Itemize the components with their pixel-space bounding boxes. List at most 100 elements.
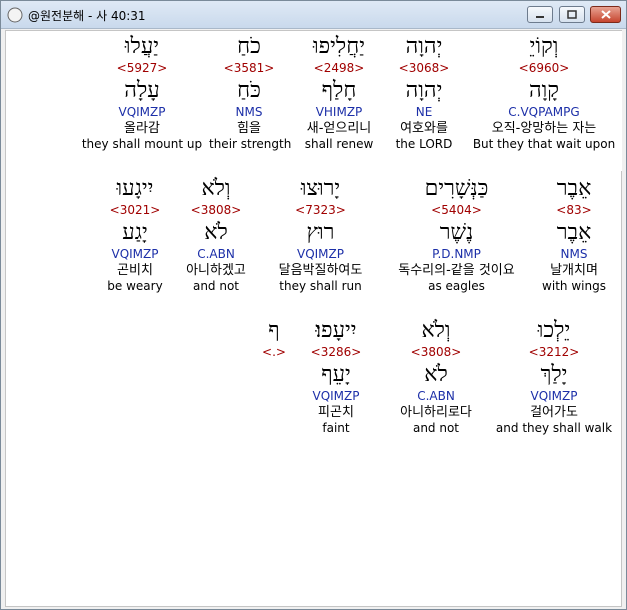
strong-number[interactable]: <5404>: [384, 203, 529, 217]
word-cell[interactable]: יִיעָפוּ׃ <3286> יָעֵף VQIMZP 피곤치 faint: [298, 318, 374, 436]
korean-gloss: 곤비치: [117, 263, 153, 278]
app-window: @원전분해 - 사 40:31 וְקוֹיֵ <6960> קָוָה C.V…: [0, 0, 627, 610]
parsing-code: VQIMZP: [296, 247, 344, 261]
korean-gloss: 달음박질하여도: [278, 263, 363, 278]
word-cell[interactable]: כַּנְּשָׁרִים <5404> נֶשֶׁר P.D.NMP 독수리의…: [384, 176, 529, 294]
word-cell[interactable]: כֹחַ <3581> כֹּחַ NMS 힘을 their strength: [209, 34, 292, 152]
english-gloss: their strength: [209, 137, 292, 151]
parsing-code: C.VQPAMPG: [508, 105, 580, 119]
parsing-code: P.D.NMP: [432, 247, 481, 261]
hebrew-word: יָרוּצוּ: [300, 176, 341, 201]
strong-number[interactable]: <5927>: [80, 61, 204, 75]
english-gloss: they shall run: [279, 279, 362, 293]
english-gloss: be weary: [107, 279, 163, 293]
hebrew-word: וְלֹא: [421, 318, 451, 343]
hebrew-lemma: חָלַף: [321, 78, 357, 103]
hebrew-word: כַּנְּשָׁרִים: [424, 176, 489, 201]
hebrew-lemma: אֵבֶר: [556, 220, 592, 245]
word-cell[interactable]: וְלֹא <3808> לֹא C.ABN 아니하겠고 and not: [176, 176, 256, 294]
strong-number[interactable]: <3808>: [386, 345, 486, 359]
strong-number[interactable]: <3808>: [176, 203, 256, 217]
window-title: @원전분해 - 사 40:31: [28, 9, 146, 23]
korean-gloss: 여호와를: [400, 121, 448, 136]
parsing-code: C.ABN: [197, 247, 235, 261]
korean-gloss: 새-얻으리니: [306, 121, 372, 136]
korean-gloss: 오직-앙망하는 자는: [491, 121, 597, 136]
hebrew-word: כֹחַ: [237, 34, 261, 59]
english-gloss: with wings: [542, 279, 606, 293]
hebrew-word: יַחֲלִיפוּ: [312, 34, 365, 59]
hebrew-lemma: כֹּחַ: [237, 78, 261, 103]
minimize-icon: [536, 15, 544, 18]
english-gloss: and not: [192, 279, 240, 293]
korean-gloss: 아니하리로다: [400, 405, 472, 420]
word-cell[interactable]: וְלֹא <3808> לֹא C.ABN 아니하리로다 and not: [386, 318, 486, 436]
title-bar[interactable]: @원전분해 - 사 40:31: [1, 1, 626, 29]
parsing-code: VQIMZP: [118, 105, 166, 119]
korean-gloss: 아니하겠고: [186, 263, 246, 278]
hebrew-lemma: יָגַע: [122, 220, 148, 245]
hebrew-word: יִיעָפוּ׃: [315, 318, 357, 343]
word-cell[interactable]: יַעֲלוּ <5927> עָלָה VQIMZP 올라감 they sha…: [80, 34, 204, 152]
hebrew-word: וְלֹא: [201, 176, 231, 201]
parsing-code: VQIMZP: [312, 389, 360, 403]
english-gloss: as eagles: [428, 279, 485, 293]
english-gloss: shall renew: [304, 137, 374, 151]
strong-number[interactable]: <3286>: [298, 345, 374, 359]
verse-panel[interactable]: וְקוֹיֵ <6960> קָוָה C.VQPAMPG 오직-앙망하는 자…: [5, 30, 622, 607]
hebrew-lemma: יָעֵף: [321, 362, 351, 387]
word-cell[interactable]: יְהוָה <3068> יְהוָה NE 여호와를 the LORD: [384, 34, 464, 152]
hebrew-lemma: יְהוָה: [405, 78, 443, 103]
strong-number[interactable]: <7323>: [262, 203, 379, 217]
close-button[interactable]: [590, 6, 621, 23]
english-gloss: they shall mount up: [81, 137, 203, 151]
parsing-code: VHIMZP: [315, 105, 363, 119]
hebrew-lemma: קָוָה: [528, 78, 560, 103]
parsing-code: VQIMZP: [111, 247, 159, 261]
hebrew-lemma: עָלָה: [124, 78, 160, 103]
strong-number[interactable]: <3212>: [490, 345, 618, 359]
hebrew-word: ף: [268, 318, 280, 343]
hebrew-word: יַעֲלוּ: [124, 34, 160, 59]
word-cell[interactable]: ף <.>: [254, 318, 294, 360]
strong-number[interactable]: <3581>: [209, 61, 289, 75]
close-icon: [600, 10, 611, 19]
english-gloss: the LORD: [395, 137, 453, 151]
hebrew-lemma: לֹא: [424, 362, 448, 387]
strong-number[interactable]: <.>: [254, 345, 294, 359]
hebrew-word: וְקוֹיֵ: [529, 34, 559, 59]
english-gloss: faint: [322, 421, 350, 435]
strong-number[interactable]: <2498>: [294, 61, 384, 75]
korean-gloss: 힘을: [237, 121, 261, 136]
parsing-code: VQIMZP: [530, 389, 578, 403]
korean-gloss: 올라감: [124, 121, 160, 136]
strong-number[interactable]: <3021>: [98, 203, 172, 217]
word-cell[interactable]: יָרוּצוּ <7323> רוּץ VQIMZP 달음박질하여도 they…: [262, 176, 379, 294]
strong-number[interactable]: <6960>: [469, 61, 619, 75]
word-cell[interactable]: יַחֲלִיפוּ <2498> חָלַף VHIMZP 새-얻으리니 sh…: [294, 34, 384, 152]
compass-icon: [7, 7, 23, 23]
hebrew-lemma: יָלַךְ: [540, 362, 568, 387]
parsing-code: NMS: [560, 247, 588, 261]
word-cell[interactable]: יֵלְכוּ <3212> יָלַךְ VQIMZP 걸어가도 and th…: [490, 319, 618, 436]
word-cell[interactable]: אֵבֶר <83> אֵבֶר NMS 날개치며 with wings: [534, 177, 614, 294]
parsing-code: C.ABN: [417, 389, 455, 403]
maximize-icon: [567, 10, 577, 19]
strong-number[interactable]: <3068>: [384, 61, 464, 75]
word-cell[interactable]: יִיגָעוּ <3021> יָגַע VQIMZP 곤비치 be wear…: [98, 177, 172, 294]
parsing-code: NE: [415, 105, 433, 119]
korean-gloss: 날개치며: [550, 263, 598, 278]
english-gloss: and they shall walk: [495, 421, 613, 435]
korean-gloss: 독수리의-같을 것이요: [398, 263, 515, 278]
hebrew-word: יְהוָה: [405, 34, 443, 59]
minimize-button[interactable]: [527, 6, 553, 23]
hebrew-lemma: רוּץ: [306, 220, 335, 245]
content-area: וְקוֹיֵ <6960> קָוָה C.VQPAMPG 오직-앙망하는 자…: [5, 30, 622, 607]
word-cell[interactable]: וְקוֹיֵ <6960> קָוָה C.VQPAMPG 오직-앙망하는 자…: [469, 34, 619, 152]
parsing-code: NMS: [235, 105, 263, 119]
maximize-button[interactable]: [559, 6, 585, 23]
korean-gloss: 피곤치: [318, 405, 354, 420]
hebrew-lemma: נֶשֶׁר: [439, 220, 474, 245]
strong-number[interactable]: <83>: [534, 203, 614, 217]
korean-gloss: 걸어가도: [530, 405, 578, 420]
